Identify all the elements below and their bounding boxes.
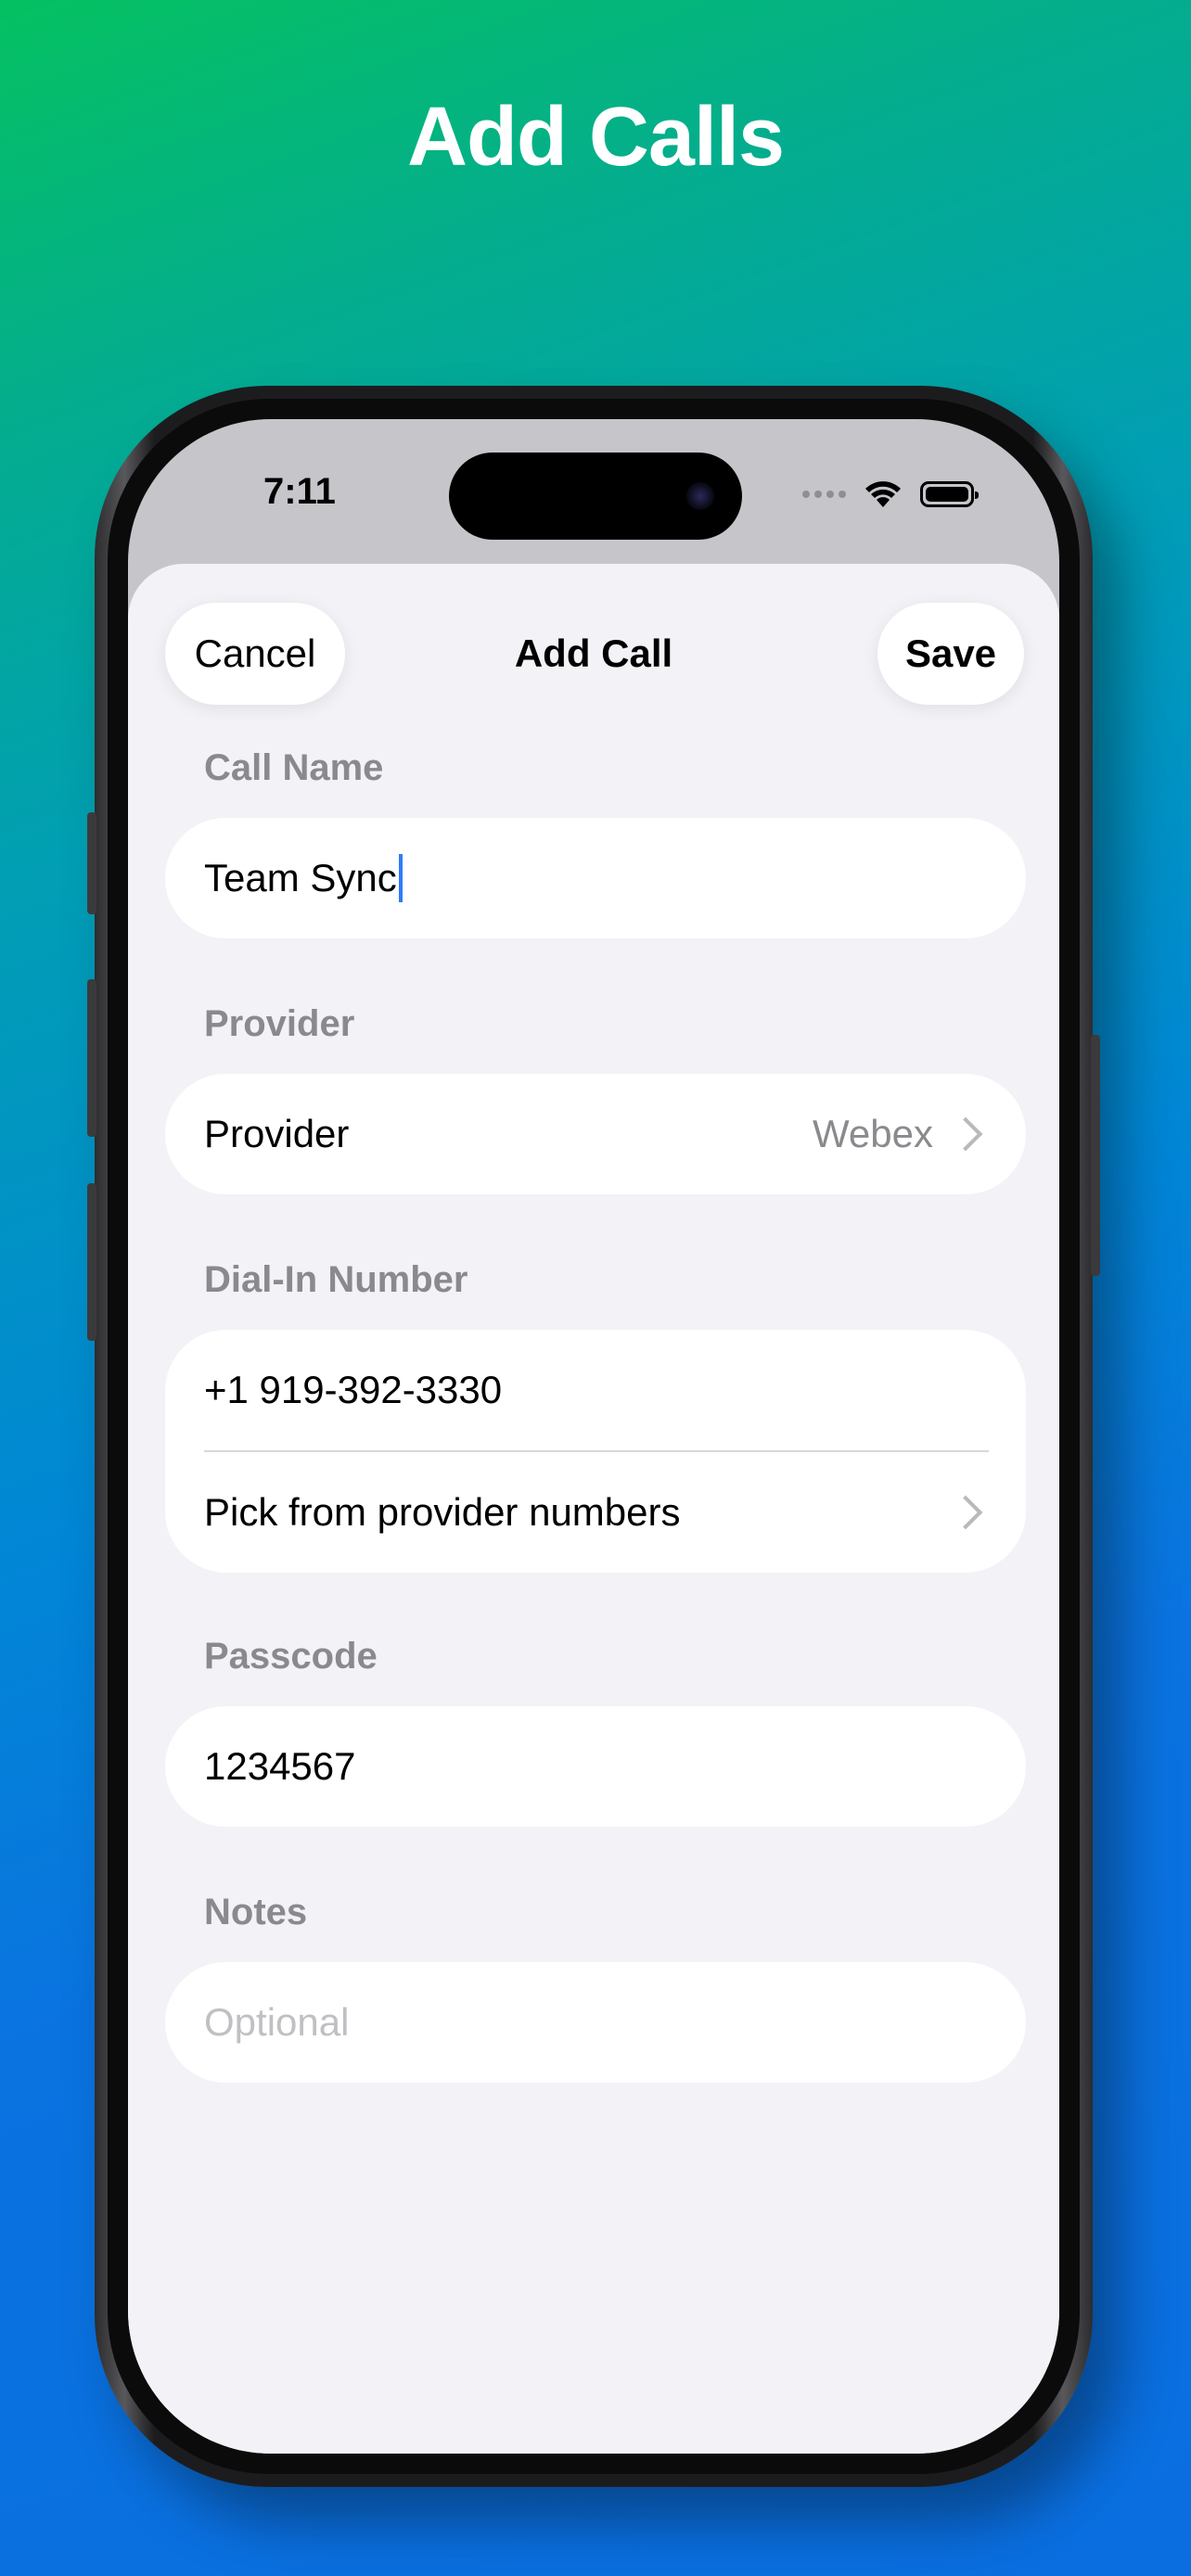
status-icons [802, 478, 979, 510]
text-cursor [398, 854, 403, 902]
status-time: 7:11 [263, 471, 336, 512]
notes-section-label: Notes [204, 1892, 308, 1932]
notes-row [165, 1962, 1026, 2083]
passcode-field[interactable]: 1234567 [165, 1706, 1026, 1827]
pick-provider-numbers-row[interactable]: Pick from provider numbers [165, 1452, 1026, 1573]
battery-icon [920, 481, 979, 507]
promo-headline: Add Calls [406, 91, 785, 184]
call-name-value: Team Sync [204, 856, 397, 899]
wifi-icon [865, 481, 901, 507]
passcode-section-label: Passcode [204, 1636, 378, 1677]
passcode-card: 1234567 [165, 1706, 1026, 1827]
dial-in-card: +1 919-392-3330 Pick from provider numbe… [165, 1330, 1026, 1573]
phone-frame: 7:11 Cancel Add Call Save Call Name Team… [87, 386, 1100, 2487]
call-name-field[interactable]: Team Sync [165, 818, 1026, 938]
power-button [1091, 1035, 1100, 1276]
provider-section-label: Provider [204, 1003, 355, 1044]
action-button [87, 812, 96, 914]
chevron-right-icon [948, 1116, 983, 1152]
save-button[interactable]: Save [877, 603, 1024, 705]
dial-in-field[interactable]: +1 919-392-3330 [165, 1330, 1026, 1450]
status-bar: 7:11 [128, 419, 1059, 558]
chevron-right-icon [948, 1495, 983, 1530]
battery-level [926, 487, 968, 502]
phone-screen: 7:11 Cancel Add Call Save Call Name Team… [128, 419, 1059, 2454]
provider-row[interactable]: Provider Webex [165, 1074, 1026, 1194]
provider-card: Provider Webex [165, 1074, 1026, 1194]
provider-row-value: Webex [813, 1112, 933, 1155]
notes-card [165, 1962, 1026, 2083]
passcode-value: 1234567 [204, 1744, 356, 1788]
volume-up-button [87, 979, 96, 1137]
call-name-label: Call Name [204, 747, 384, 788]
front-camera [686, 482, 714, 510]
notes-input[interactable] [204, 2000, 987, 2045]
signal-dots-icon [802, 491, 846, 498]
cancel-button[interactable]: Cancel [165, 603, 345, 705]
dial-in-section-label: Dial-In Number [204, 1259, 468, 1300]
dynamic-island [449, 453, 742, 540]
pick-provider-numbers-label: Pick from provider numbers [204, 1490, 681, 1534]
volume-down-button [87, 1183, 96, 1341]
add-call-sheet: Cancel Add Call Save Call Name Team Sync… [128, 564, 1059, 2454]
dial-in-value: +1 919-392-3330 [204, 1368, 503, 1411]
provider-row-label: Provider [204, 1112, 350, 1155]
call-name-card: Team Sync [165, 818, 1026, 938]
